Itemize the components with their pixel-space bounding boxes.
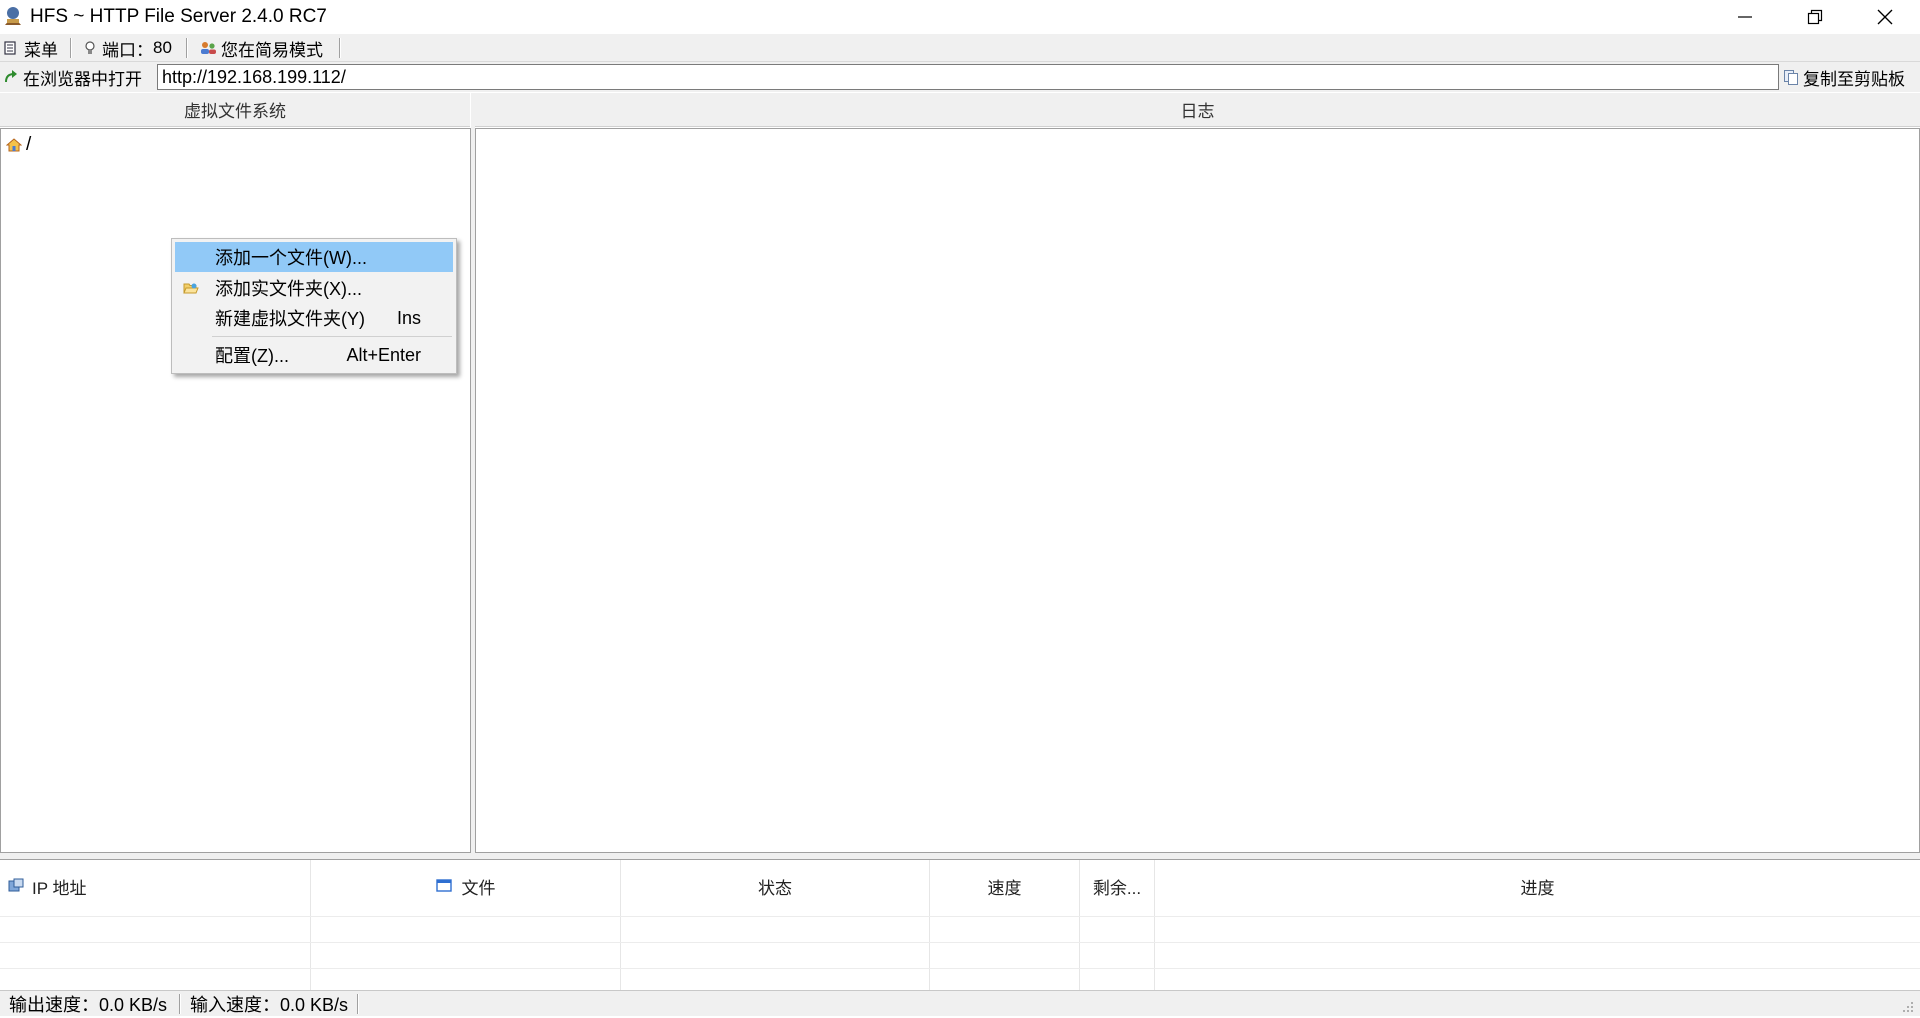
menu-item-properties[interactable]: 配置(Z)... Alt+Enter xyxy=(175,340,453,370)
toolbar-separator xyxy=(186,38,187,58)
close-icon xyxy=(1877,9,1893,25)
menu-icon xyxy=(4,41,16,55)
copy-to-clipboard-button[interactable]: 复制至剪贴板 xyxy=(1783,62,1905,92)
column-header-progress[interactable]: 进度 xyxy=(1155,860,1920,912)
vfs-root-label: / xyxy=(26,134,32,155)
port-value: 80 xyxy=(153,38,172,57)
menu-item-add-file[interactable]: 添加一个文件(W)... xyxy=(175,242,453,272)
hfs-app-icon xyxy=(2,5,24,27)
open-in-browser-button[interactable]: 在浏览器中打开 xyxy=(3,62,142,92)
toolbar: 菜单 端口： 80 您在简易模式 xyxy=(0,34,1920,62)
status-separator xyxy=(357,994,358,1014)
column-label: IP 地址 xyxy=(32,878,87,898)
window-title: HFS ~ HTTP File Server 2.4.0 RC7 xyxy=(30,6,327,27)
context-menu: 添加一个文件(W)... 添加实文件夹(X)... 新建虚拟文件夹(Y) Ins… xyxy=(171,238,457,374)
menu-item-label: 配置(Z)... xyxy=(215,346,289,366)
menu-item-label: 新建虚拟文件夹(Y) xyxy=(215,309,365,329)
row-divider xyxy=(0,968,1920,969)
input-speed: 输入速度：0.0 KB/s xyxy=(190,995,349,1015)
resize-grip[interactable] xyxy=(1900,999,1914,1013)
column-label: 进度 xyxy=(1520,878,1555,898)
toolbar-separator xyxy=(339,38,340,58)
row-divider xyxy=(0,942,1920,943)
menu-label: 菜单 xyxy=(24,40,58,60)
menu-item-label: 添加一个文件(W)... xyxy=(215,248,367,268)
status-separator xyxy=(179,994,180,1014)
column-label: 速度 xyxy=(987,878,1022,898)
computer-icon xyxy=(8,878,24,892)
port-button[interactable]: 端口： 80 xyxy=(84,34,172,62)
log-area[interactable] xyxy=(475,128,1920,853)
row-divider xyxy=(0,916,1920,917)
copy-label: 复制至剪贴板 xyxy=(1803,69,1905,89)
copy-icon xyxy=(1784,70,1798,85)
status-bar: 输出速度：0.0 KB/s 输入速度：0.0 KB/s xyxy=(0,990,1920,1016)
minimize-icon xyxy=(1738,16,1752,18)
folder-open-icon xyxy=(183,283,199,294)
minimize-button[interactable] xyxy=(1710,0,1780,34)
menu-item-new-virtual-folder[interactable]: 新建虚拟文件夹(Y) Ins xyxy=(175,303,453,333)
column-header-remaining[interactable]: 剩余... xyxy=(1080,860,1154,912)
log-header: 日志 xyxy=(475,93,1920,127)
menu-item-shortcut: Alt+Enter xyxy=(346,344,421,365)
column-header-status[interactable]: 状态 xyxy=(621,860,929,912)
close-button[interactable] xyxy=(1850,0,1920,34)
port-label: 端口： xyxy=(102,40,153,60)
menu-item-add-real-folder[interactable]: 添加实文件夹(X)... xyxy=(175,273,453,303)
column-header-file[interactable]: 文件 xyxy=(311,860,620,912)
output-speed: 输出速度：0.0 KB/s xyxy=(9,995,168,1015)
column-header-speed[interactable]: 速度 xyxy=(930,860,1079,912)
menu-button[interactable]: 菜单 xyxy=(3,34,58,62)
url-input[interactable] xyxy=(157,64,1779,90)
menu-separator xyxy=(212,336,452,337)
column-label: 状态 xyxy=(758,878,792,898)
column-header-ip[interactable]: IP 地址 xyxy=(8,860,308,912)
restore-button[interactable] xyxy=(1780,0,1850,34)
users-icon xyxy=(201,42,216,54)
resize-grip-icon xyxy=(1903,1002,1913,1012)
mode-button[interactable]: 您在简易模式 xyxy=(199,34,323,62)
vfs-tree[interactable]: / xyxy=(0,128,471,853)
restore-icon xyxy=(1807,9,1823,25)
url-bar: 在浏览器中打开 复制至剪贴板 xyxy=(0,62,1920,92)
column-label: 剩余... xyxy=(1092,878,1142,898)
column-label: 文件 xyxy=(461,878,496,898)
lightbulb-icon xyxy=(85,41,95,54)
window-icon xyxy=(435,879,452,892)
title-bar: HFS ~ HTTP File Server 2.4.0 RC7 xyxy=(0,0,1920,34)
green-arrow-icon xyxy=(5,70,17,83)
toolbar-separator xyxy=(70,38,71,58)
menu-item-shortcut: Ins xyxy=(396,307,421,328)
mode-label: 您在简易模式 xyxy=(221,40,323,60)
vfs-root-item[interactable]: / xyxy=(6,134,31,156)
vfs-header: 虚拟文件系统 xyxy=(0,93,470,127)
connections-list[interactable]: IP 地址 文件 状态 速度 剩余... 进度 xyxy=(0,859,1920,991)
open-in-browser-label: 在浏览器中打开 xyxy=(23,69,142,89)
home-icon xyxy=(6,138,22,152)
menu-item-label: 添加实文件夹(X)... xyxy=(215,279,362,299)
